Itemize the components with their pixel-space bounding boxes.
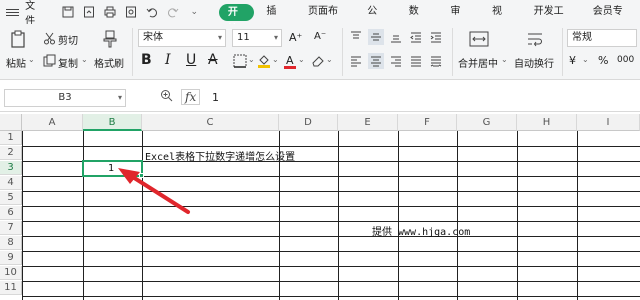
align-middle-icon[interactable]: [368, 29, 384, 45]
print-preview-icon[interactable]: [125, 6, 138, 19]
print-icon[interactable]: [104, 6, 117, 19]
zoom-search-icon[interactable]: [160, 89, 173, 105]
more-chevron-icon[interactable]: ⌄: [188, 6, 201, 19]
hamburger-icon[interactable]: [6, 8, 20, 16]
tab-review[interactable]: 审阅: [438, 0, 480, 41]
tab-formulas[interactable]: 公式: [355, 0, 397, 41]
fill-color-icon[interactable]: [256, 53, 272, 69]
paste-icon[interactable]: [8, 29, 28, 49]
ribbon-separator: [562, 28, 563, 76]
currency-button[interactable]: ¥: [569, 54, 576, 67]
tab-page-layout[interactable]: 页面布局: [296, 0, 355, 41]
indent-increase-icon[interactable]: [428, 29, 444, 45]
tab-member[interactable]: 会员专享: [581, 0, 640, 41]
font-size-select[interactable]: 11 ▾: [232, 29, 282, 47]
format-painter-button[interactable]: 格式刷: [94, 55, 124, 70]
percent-button[interactable]: %: [598, 54, 608, 67]
align-center-icon[interactable]: [368, 53, 384, 69]
annotation-arrow-icon: [118, 168, 190, 214]
paste-button[interactable]: 粘贴: [6, 55, 26, 70]
bold-icon[interactable]: B: [141, 52, 152, 68]
spreadsheet-grid[interactable]: A B C D E F G H I 1 2 3 4 5 6 7 8 9 10 1…: [0, 114, 640, 300]
align-right-icon[interactable]: [388, 53, 404, 69]
chevron-down-icon: ▾: [217, 33, 222, 42]
chevron-down-icon: ▾: [273, 33, 278, 42]
decrease-font-icon[interactable]: A⁻: [314, 31, 326, 42]
border-icon[interactable]: [232, 53, 248, 69]
file-menu[interactable]: 文件: [25, 0, 44, 27]
wrap-text-icon[interactable]: [524, 29, 546, 49]
quick-access-toolbar: ⌄: [62, 6, 201, 19]
increase-font-icon[interactable]: A⁺: [289, 31, 302, 44]
cell-reference: B3: [58, 92, 72, 103]
undo-icon[interactable]: [146, 6, 159, 19]
merge-center-dropdown-icon[interactable]: ⌄: [501, 55, 508, 64]
redo-icon[interactable]: [167, 6, 180, 19]
number-format-select[interactable]: 常规: [567, 29, 637, 47]
ribbon-separator: [452, 28, 453, 76]
thousands-separator-button[interactable]: 000: [617, 55, 634, 65]
currency-dropdown-icon[interactable]: ⌄: [582, 55, 589, 64]
insert-function-icon[interactable]: fx: [181, 89, 201, 105]
chevron-down-icon[interactable]: ▾: [118, 90, 122, 106]
cut-button[interactable]: 剪切: [58, 32, 78, 47]
formula-input[interactable]: 1: [212, 91, 219, 104]
underline-icon[interactable]: U: [186, 52, 196, 68]
tab-data[interactable]: 数据: [397, 0, 439, 41]
tab-insert[interactable]: 插入: [254, 0, 296, 41]
ribbon-separator: [132, 28, 133, 76]
merge-center-button[interactable]: 合并居中: [458, 55, 498, 70]
align-bottom-icon[interactable]: [388, 29, 404, 45]
menu-bar: 文件 ⌄ 开始 插入 页面布局 公式 数据 审阅 视图 开发工具 会员专享: [0, 0, 640, 41]
fill-color-dropdown-icon[interactable]: ⌄: [272, 55, 279, 64]
export-pdf-icon[interactable]: [83, 6, 96, 19]
copy-dropdown-icon[interactable]: ⌄: [81, 55, 88, 64]
number-format-value: 常规: [572, 32, 592, 43]
copy-button[interactable]: 复制: [58, 55, 78, 70]
align-left-icon[interactable]: [348, 53, 364, 69]
font-name-select[interactable]: 宋体 ▾: [138, 29, 226, 47]
merge-center-icon[interactable]: [468, 29, 490, 49]
copy-icon[interactable]: [42, 53, 56, 67]
tab-home[interactable]: 开始: [218, 3, 255, 35]
tab-developer[interactable]: 开发工具: [522, 0, 581, 41]
font-color-icon[interactable]: A: [282, 52, 298, 70]
ribbon-toolbar: 粘贴 ⌄ 剪切 复制 ⌄ 格式刷 宋体 ▾ 11 ▾ A⁺ A⁻ B I U A ⌄…: [0, 24, 640, 80]
formula-tools: fx: [160, 89, 201, 105]
font-color-dropdown-icon[interactable]: ⌄: [298, 55, 305, 64]
ribbon-separator: [342, 28, 343, 76]
svg-text:A: A: [286, 54, 294, 67]
paste-dropdown-icon[interactable]: ⌄: [28, 55, 35, 64]
save-icon[interactable]: [62, 6, 75, 19]
align-top-icon[interactable]: [348, 29, 364, 45]
cut-icon[interactable]: [42, 31, 56, 45]
tab-view[interactable]: 视图: [480, 0, 522, 41]
distributed-align-icon[interactable]: [428, 53, 444, 69]
italic-icon[interactable]: I: [165, 52, 171, 68]
strikethrough-icon[interactable]: A: [208, 52, 218, 68]
wrap-text-button[interactable]: 自动换行: [514, 55, 554, 70]
formula-bar: B3 ▾ fx 1: [0, 84, 640, 112]
ribbon-tabs: 开始 插入 页面布局 公式 数据 审阅 视图 开发工具 会员专享: [218, 0, 640, 41]
name-box[interactable]: B3 ▾: [4, 89, 126, 107]
indent-decrease-icon[interactable]: [408, 29, 424, 45]
clear-format-icon[interactable]: [310, 53, 326, 69]
border-dropdown-icon[interactable]: ⌄: [248, 55, 255, 64]
clear-format-dropdown-icon[interactable]: ⌄: [326, 55, 333, 64]
format-painter-icon[interactable]: [100, 29, 120, 49]
font-size-value: 11: [237, 32, 250, 43]
justify-icon[interactable]: [408, 53, 424, 69]
font-name-value: 宋体: [143, 32, 163, 43]
